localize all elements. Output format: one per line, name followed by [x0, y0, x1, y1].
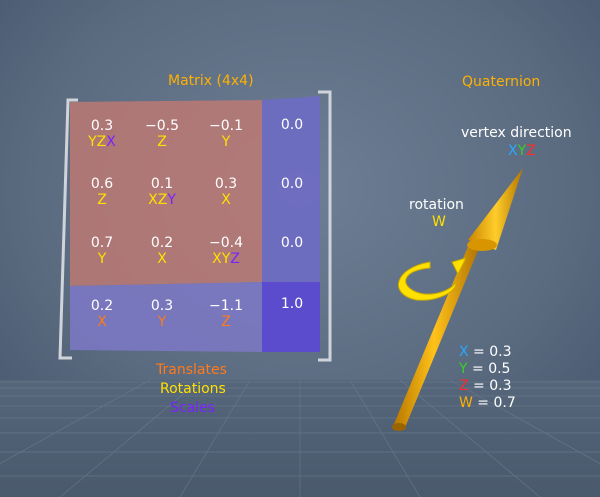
axis-letter: Y	[97, 251, 107, 267]
matrix-last-column-value: 0.0	[280, 176, 304, 192]
matrix-cell: −1.1 Z	[196, 298, 256, 330]
axis-letter: X	[157, 251, 167, 267]
axis-letter: Y	[157, 314, 167, 330]
quaternion-axis: X	[459, 344, 469, 360]
vertex-direction-axes: XYZ	[508, 143, 536, 159]
quaternion-value-row: W = 0.7	[459, 395, 516, 411]
legend-scales: Scales	[170, 400, 215, 416]
legend-translates: Translates	[156, 362, 227, 378]
matrix-last-column-value: 0.0	[280, 235, 304, 251]
matrix-cell-axes: XYZ	[196, 251, 256, 267]
axis-letter: Z	[157, 134, 167, 150]
axis-letter: X	[508, 143, 518, 159]
matrix-cell-axes: X	[132, 251, 192, 267]
matrix-cell-axes: X	[72, 314, 132, 330]
matrix-cell-axes: Z	[132, 134, 192, 150]
axis-letter: X	[97, 314, 107, 330]
quaternion-axis: W	[459, 395, 473, 411]
axis-letter: Z	[97, 192, 107, 208]
matrix-cell-value: 0.2	[90, 298, 114, 314]
matrix-cell: 0.3 X	[196, 176, 256, 208]
axis-letter: X	[106, 134, 116, 150]
matrix-corner-cell	[262, 282, 320, 352]
legend-rotations: Rotations	[160, 381, 226, 397]
rotation-label: rotation	[409, 197, 464, 213]
axis-letter: XZ	[148, 192, 168, 208]
axis-letter: Z	[230, 251, 240, 267]
matrix-cell-value: 0.1	[150, 176, 174, 192]
axis-letter: YZ	[88, 134, 107, 150]
matrix-cell-value: 0.3	[150, 298, 174, 314]
matrix-cell: −0.5 Z	[132, 118, 192, 150]
matrix-cell-axes: X	[196, 192, 256, 208]
matrix-cell-value: −1.1	[209, 298, 243, 314]
quaternion-value: = 0.3	[468, 378, 512, 394]
axis-letter: Z	[221, 314, 231, 330]
matrix-cell-axes: Z	[72, 192, 132, 208]
matrix-cell: 0.3 Y	[132, 298, 192, 330]
matrix-cell-axes: Y	[196, 134, 256, 150]
matrix-cell-value: 0.3	[90, 118, 114, 134]
quaternion-value: = 0.7	[472, 395, 516, 411]
vertex-direction-label: vertex direction	[461, 125, 572, 141]
matrix-last-column-value: 0.0	[280, 117, 304, 133]
axis-letter: Y	[167, 192, 176, 208]
quaternion-value-row: X = 0.3	[459, 344, 512, 360]
matrix-cell-value: −0.4	[209, 235, 243, 251]
matrix-cell-value: 0.2	[150, 235, 174, 251]
axis-letter: XY	[212, 251, 231, 267]
quaternion-axis: Z	[459, 378, 469, 394]
quaternion-value-row: Z = 0.3	[459, 378, 512, 394]
matrix-cell-value: 0.7	[90, 235, 114, 251]
matrix-cell: 0.1 XZY	[132, 176, 192, 208]
matrix-cell-axes: Y	[72, 251, 132, 267]
matrix-cell: 0.2 X	[132, 235, 192, 267]
matrix-cell-axes: YZX	[72, 134, 132, 150]
matrix-title: Matrix (4x4)	[168, 73, 254, 89]
matrix-cell-value: −0.1	[209, 118, 243, 134]
matrix-cell: 0.6 Z	[72, 176, 132, 208]
matrix-cell-value: −0.5	[145, 118, 179, 134]
matrix-cell-axes: Z	[196, 314, 256, 330]
matrix-cell: −0.4 XYZ	[196, 235, 256, 267]
rotation-axis: W	[432, 214, 446, 230]
quaternion-axis: Y	[459, 361, 468, 377]
matrix-cell: 0.3 YZX	[72, 118, 132, 150]
matrix-cell-axes: Y	[132, 314, 192, 330]
matrix-cell-value: 0.6	[90, 176, 114, 192]
matrix-last-column-value: 1.0	[280, 296, 304, 312]
matrix-cell-axes: XZY	[132, 192, 192, 208]
matrix-cell-value: 0.3	[214, 176, 238, 192]
quaternion-value-row: Y = 0.5	[459, 361, 510, 377]
matrix-cell: 0.7 Y	[72, 235, 132, 267]
axis-letter: Y	[221, 134, 231, 150]
quaternion-title: Quaternion	[462, 74, 541, 90]
matrix-cell: 0.2 X	[72, 298, 132, 330]
quaternion-value: = 0.3	[468, 344, 512, 360]
matrix-cell: −0.1 Y	[196, 118, 256, 150]
quaternion-value: = 0.5	[467, 361, 511, 377]
axis-letter: Y	[517, 143, 527, 159]
axis-letter: X	[221, 192, 231, 208]
axis-letter: Z	[526, 143, 536, 159]
